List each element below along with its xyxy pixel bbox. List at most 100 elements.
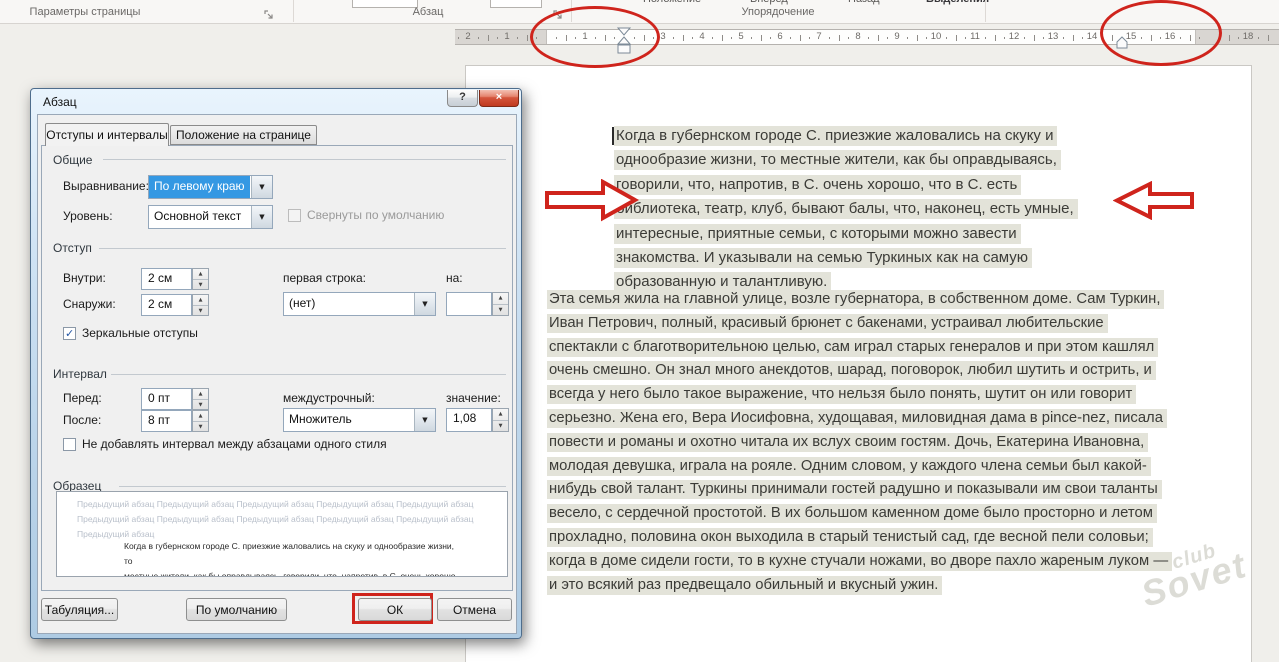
tabs-button[interactable]: Табуляция... bbox=[41, 598, 118, 621]
document-paragraph-2[interactable]: Эта семья жила на главной улице, возле г… bbox=[547, 288, 1172, 597]
indent-inside-spinner[interactable]: ▲▼ bbox=[192, 268, 209, 290]
spin-down-icon: ▼ bbox=[193, 399, 208, 409]
chevron-down-icon[interactable]: ▼ bbox=[251, 176, 272, 198]
ruler-number: 8 bbox=[855, 31, 860, 42]
spacing-before-spinner[interactable]: ▲▼ bbox=[192, 388, 209, 410]
document-text-line: всегда у него было такое выражение, что … bbox=[547, 383, 1172, 407]
chevron-down-icon[interactable]: ▼ bbox=[414, 409, 435, 431]
ribbon-clipped-field[interactable] bbox=[490, 0, 542, 8]
ribbon-clipped-button-label[interactable]: Вперед bbox=[750, 0, 788, 5]
first-line-by-label: на: bbox=[446, 271, 463, 285]
preview-box: Предыдущий абзац Предыдущий абзац Предыд… bbox=[56, 491, 508, 577]
ruler-tick bbox=[751, 37, 752, 39]
line-spacing-value: Множитель bbox=[284, 409, 413, 431]
indent-inside-field[interactable]: 2 см bbox=[141, 268, 192, 290]
line-spacing-at-spinner[interactable]: ▲▼ bbox=[492, 408, 509, 432]
spacing-after-label: После: bbox=[63, 413, 101, 427]
ribbon-clipped-button-label[interactable]: Выделения bbox=[926, 0, 989, 5]
dialog-launcher-icon[interactable] bbox=[264, 8, 275, 19]
ruler-number: 6 bbox=[777, 31, 782, 42]
document-text-line: знакомства. И указывали на семью Туркины… bbox=[614, 246, 1078, 270]
ruler-number: 10 bbox=[931, 31, 942, 42]
first-line-dropdown[interactable]: (нет) ▼ bbox=[283, 292, 436, 316]
line-spacing-dropdown[interactable]: Множитель ▼ bbox=[283, 408, 436, 432]
first-line-label: первая строка: bbox=[283, 271, 366, 285]
outline-level-value: Основной текст bbox=[149, 206, 250, 228]
annotation-arrow-left-icon bbox=[1113, 181, 1195, 220]
ruler-number: 2 bbox=[465, 31, 470, 42]
outline-level-label: Уровень: bbox=[63, 209, 113, 223]
ruler-tick bbox=[497, 37, 498, 39]
ruler-tick bbox=[907, 37, 908, 39]
document-text-line: повести и романы и охотно читала их вслу… bbox=[547, 431, 1172, 455]
group-label-page-setup: Параметры страницы bbox=[30, 6, 141, 18]
spacing-before-label: Перед: bbox=[63, 391, 102, 405]
spacing-before-field[interactable]: 0 пт bbox=[141, 388, 192, 410]
no-space-same-style-checkbox[interactable] bbox=[63, 438, 76, 451]
tab-line-and-page-breaks[interactable]: Положение на странице bbox=[170, 125, 317, 145]
ruler-number: 11 bbox=[970, 31, 980, 42]
spin-up-icon: ▲ bbox=[193, 269, 208, 279]
chevron-down-icon[interactable]: ▼ bbox=[414, 293, 435, 315]
cancel-button[interactable]: Отмена bbox=[437, 598, 512, 621]
spin-down-icon: ▼ bbox=[493, 304, 508, 315]
document-text-line: Иван Петрович, полный, красивый брюнет с… bbox=[547, 312, 1172, 336]
ruler-tick bbox=[1034, 35, 1035, 41]
first-line-by-spinner[interactable]: ▲▼ bbox=[492, 292, 509, 316]
ruler-tick bbox=[1238, 37, 1239, 39]
ok-button[interactable]: ОК bbox=[358, 598, 432, 621]
indent-outside-label: Снаружи: bbox=[63, 297, 116, 311]
ruler-tick bbox=[917, 35, 918, 41]
ruler-tick bbox=[488, 35, 489, 41]
document-text-line: весело, с сердечной простотой. В их боль… bbox=[547, 502, 1172, 526]
document-paragraph-1[interactable]: Когда в губернском городе С. приезжие жа… bbox=[614, 124, 1078, 295]
collapsed-by-default-label: Свернуты по умолчанию bbox=[307, 208, 444, 222]
tab-indents-and-spacing[interactable]: Отступы и интервалы bbox=[45, 123, 169, 146]
annotation-circle-right-indent-marker bbox=[1100, 0, 1222, 66]
ruler-tick bbox=[985, 37, 986, 39]
collapsed-by-default-checkbox bbox=[288, 209, 301, 222]
first-line-by-field[interactable] bbox=[446, 292, 492, 316]
spacing-after-field[interactable]: 8 пт bbox=[141, 410, 192, 432]
ribbon-clipped-button-label[interactable]: Назад bbox=[848, 0, 880, 5]
preview-sample-text: Когда в губернском городе С. приезжие жа… bbox=[124, 539, 459, 577]
spin-down-icon: ▼ bbox=[193, 421, 208, 431]
ruler-tick bbox=[731, 37, 732, 39]
ruler-tick bbox=[800, 35, 801, 41]
ruler-tick bbox=[478, 37, 479, 39]
ruler-tick bbox=[1004, 37, 1005, 39]
outline-level-dropdown[interactable]: Основной текст ▼ bbox=[148, 205, 273, 229]
ruler-tick bbox=[887, 37, 888, 39]
ruler-tick bbox=[1229, 35, 1230, 41]
ribbon-clipped-field[interactable] bbox=[352, 0, 418, 8]
alignment-dropdown[interactable]: По левому краю ▼ bbox=[148, 175, 273, 199]
line-spacing-at-label: значение: bbox=[446, 391, 501, 405]
set-as-default-button[interactable]: По умолчанию bbox=[186, 598, 287, 621]
ruler-number: 18 bbox=[1243, 31, 1254, 42]
ruler-tick bbox=[839, 35, 840, 41]
spacing-after-spinner[interactable]: ▲▼ bbox=[192, 410, 209, 432]
document-text-line: и это всякий раз предвещало обильный и в… bbox=[547, 574, 1172, 598]
dialog-close-button[interactable]: × bbox=[479, 90, 519, 107]
ruler-tick bbox=[1043, 37, 1044, 39]
spin-down-icon: ▼ bbox=[193, 279, 208, 289]
ruler-tick bbox=[683, 35, 684, 41]
indent-outside-spinner[interactable]: ▲▼ bbox=[192, 294, 209, 316]
section-indent: Отступ bbox=[53, 241, 92, 255]
chevron-down-icon[interactable]: ▼ bbox=[251, 206, 272, 228]
dialog-help-button[interactable]: ? bbox=[447, 90, 478, 107]
ruler-tick bbox=[965, 37, 966, 39]
indent-outside-field[interactable]: 2 см bbox=[141, 294, 192, 316]
ruler-tick bbox=[1063, 37, 1064, 39]
ribbon-clipped-button-label[interactable]: Положение bbox=[643, 0, 701, 5]
document-text-line: очень смешно. Он знал много анекдотов, ш… bbox=[547, 359, 1172, 383]
ruler-tick bbox=[1024, 37, 1025, 39]
mirror-indents-checkbox[interactable]: ✓ bbox=[63, 327, 76, 340]
ruler-tick bbox=[946, 37, 947, 39]
spin-down-icon: ▼ bbox=[493, 420, 508, 431]
spin-up-icon: ▲ bbox=[193, 295, 208, 305]
ruler-tick bbox=[848, 37, 849, 39]
spin-down-icon: ▼ bbox=[193, 305, 208, 315]
line-spacing-at-field[interactable]: 1,08 bbox=[446, 408, 492, 432]
document-text-line: однообразие жизни, то местные жители, ка… bbox=[614, 148, 1078, 172]
